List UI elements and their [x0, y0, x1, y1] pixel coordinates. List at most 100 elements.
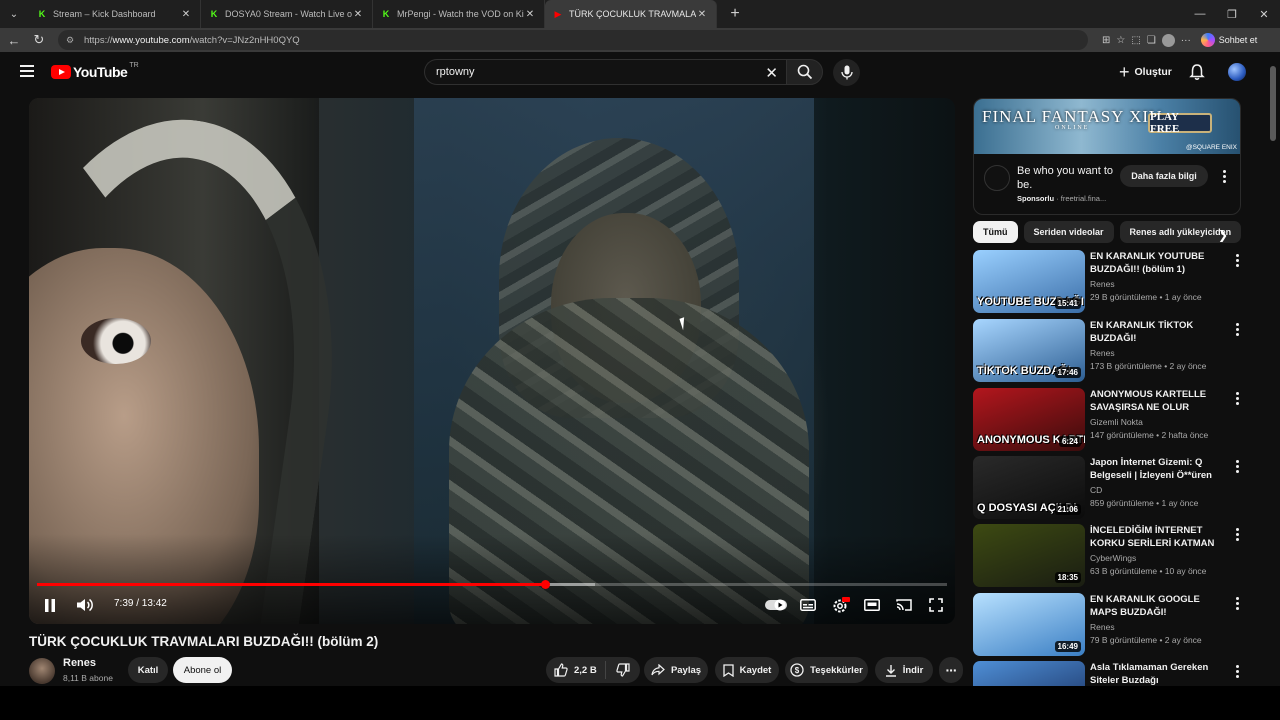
recommended-title[interactable]: Asla Tıklamaman Gereken Siteler Buzdağı: [1090, 661, 1220, 687]
reload-button[interactable]: ↻: [28, 29, 50, 51]
bookmark-star-icon[interactable]: ☆: [1116, 35, 1125, 46]
clear-search-icon[interactable]: ✕: [765, 64, 778, 82]
video-thumbnail[interactable]: 16:49: [973, 593, 1085, 656]
progress-bar[interactable]: [37, 580, 947, 589]
recommended-title[interactable]: EN KARANLIK TİKTOK BUZDAĞI!: [1090, 319, 1220, 345]
video-thumbnail[interactable]: ANONYMOUS KARTELLE SAVAŞ6:24: [973, 388, 1085, 451]
recommended-video[interactable]: Q DOSYASI AÇILDI 21:06 Japon İnternet Gize…: [973, 456, 1241, 520]
sponsored-ad-card[interactable]: FINAL FANTASY XIV ONLINE PLAY FREE @SQUAR…: [973, 98, 1241, 215]
share-button[interactable]: Paylaş: [644, 657, 708, 683]
browser-tab[interactable]: K MrPengi - Watch the VOD on Kick ✕: [373, 0, 545, 28]
browser-tab[interactable]: K DOSYA0 Stream - Watch Live on Kick✕: [201, 0, 373, 28]
site-info-icon[interactable]: ⚙: [66, 35, 78, 46]
voice-search-button[interactable]: [833, 59, 860, 86]
miniplayer-button[interactable]: [863, 594, 881, 616]
fullscreen-button[interactable]: [927, 594, 945, 616]
ad-banner[interactable]: FINAL FANTASY XIV ONLINE PLAY FREE @SQUAR…: [974, 99, 1240, 154]
thanks-button[interactable]: $ Teşekkürler: [785, 657, 868, 683]
subtitles-button[interactable]: [799, 594, 817, 616]
chevron-right-icon[interactable]: ❯: [1218, 228, 1228, 242]
recommended-title[interactable]: İNCELEDİĞİM İNTERNET KORKU SERİLERİ KATM…: [1090, 524, 1220, 550]
video-thumbnail[interactable]: Q DOSYASI AÇILDI 21:06: [973, 456, 1085, 519]
create-button[interactable]: + Oluştur: [1113, 61, 1178, 83]
menu-icon[interactable]: [20, 65, 34, 77]
scrubber-handle[interactable]: [540, 580, 550, 589]
more-options-icon[interactable]: [1231, 665, 1243, 678]
ad-more-options-icon[interactable]: [1218, 170, 1230, 183]
logo-text: YouTube: [73, 64, 128, 80]
more-options-icon[interactable]: [1231, 528, 1243, 541]
recommended-channel[interactable]: CD: [1090, 485, 1102, 495]
youtube-logo[interactable]: YouTube TR: [51, 62, 139, 80]
recommended-channel[interactable]: Gizemli Nokta: [1090, 417, 1143, 427]
recommended-channel[interactable]: Renes: [1090, 279, 1115, 289]
join-button[interactable]: Katıl: [128, 657, 168, 683]
recommended-video[interactable]: ANONYMOUS KARTELLE SAVAŞ6:24ANONYMOUS KA…: [973, 388, 1241, 452]
settings-button[interactable]: [831, 594, 851, 616]
more-options-icon[interactable]: [1231, 392, 1243, 405]
search-button[interactable]: [786, 59, 823, 85]
save-button[interactable]: Kaydet: [715, 657, 779, 683]
recommended-video[interactable]: YOUTUBE BUZDAĞI 15:41 EN KARANLIK YOUTUBE …: [973, 250, 1241, 314]
pause-button[interactable]: [41, 594, 59, 616]
favorites-icon[interactable]: ❏: [1147, 35, 1156, 46]
profile-icon[interactable]: [1161, 33, 1175, 47]
download-button[interactable]: İndir: [875, 657, 933, 683]
browser-tab[interactable]: K Stream – Kick Dashboard ✕: [29, 0, 201, 28]
channel-name[interactable]: Renes: [63, 657, 96, 669]
new-tab-button[interactable]: +: [723, 5, 747, 23]
like-button[interactable]: 2,2 B: [546, 661, 606, 679]
video-thumbnail[interactable]: TİKTOK BUZDAĞI 17:46: [973, 319, 1085, 382]
channel-avatar[interactable]: [29, 658, 55, 684]
recommended-meta: 859 görüntüleme • 1 ay önce: [1090, 498, 1199, 508]
recommended-title[interactable]: ANONYMOUS KARTELLE SAVAŞIRSA NE OLUR: [1090, 388, 1220, 414]
restore-button[interactable]: ❐: [1216, 0, 1248, 28]
close-window-button[interactable]: ✕: [1248, 0, 1280, 28]
more-options-icon[interactable]: [1231, 460, 1243, 473]
advertiser-logo: [984, 165, 1010, 191]
notifications-bell-icon[interactable]: [1188, 63, 1206, 81]
more-options-icon[interactable]: [1231, 597, 1243, 610]
recommended-video[interactable]: TİKTOK BUZDAĞI 17:46 EN KARANLIK TİKTOK BU…: [973, 319, 1241, 383]
browser-tab[interactable]: ▶ TÜRK ÇOCUKLUK TRAVMALARI ✕: [545, 0, 717, 28]
filter-chip[interactable]: Seriden videolar: [1023, 221, 1114, 243]
dislike-button[interactable]: [606, 663, 640, 677]
close-tab-icon[interactable]: ✕: [524, 9, 536, 20]
more-actions-button[interactable]: ···: [939, 657, 963, 683]
scrollbar-thumb[interactable]: [1270, 66, 1276, 141]
recommended-video[interactable]: 16:49 EN KARANLIK GOOGLE MAPS BUZDAĞI! Ren…: [973, 593, 1241, 657]
close-tab-icon[interactable]: ✕: [180, 9, 192, 20]
close-tab-icon[interactable]: ✕: [352, 9, 364, 20]
more-menu-icon[interactable]: ···: [1181, 35, 1191, 46]
recommended-video[interactable]: 18:35 İNCELEDİĞİM İNTERNET KORKU SERİLERİ…: [973, 524, 1241, 588]
recommended-channel[interactable]: Renes: [1090, 622, 1115, 632]
recommended-title[interactable]: EN KARANLIK GOOGLE MAPS BUZDAĞI!: [1090, 593, 1220, 619]
video-player[interactable]: 7:39 / 13:42: [29, 98, 955, 624]
recommended-channel[interactable]: Renes: [1090, 348, 1115, 358]
subscribe-button[interactable]: Abone ol: [173, 657, 232, 683]
app-install-icon[interactable]: ⊞: [1102, 35, 1110, 46]
tab-search-button[interactable]: ⌄: [3, 3, 25, 25]
more-options-icon[interactable]: [1231, 323, 1243, 336]
back-button[interactable]: ←: [3, 29, 25, 51]
recommended-title[interactable]: EN KARANLIK YOUTUBE BUZDAĞI!! (bölüm 1): [1090, 250, 1220, 276]
page-scrollbar[interactable]: [1267, 52, 1280, 686]
recommended-channel[interactable]: CyberWings: [1090, 553, 1136, 563]
more-options-icon[interactable]: [1231, 254, 1243, 267]
extensions-icon[interactable]: ⬚: [1131, 35, 1140, 46]
volume-button[interactable]: [75, 594, 95, 616]
cast-button[interactable]: [895, 594, 913, 616]
copilot-button[interactable]: Sohbet et: [1200, 33, 1257, 47]
recommended-title[interactable]: Japon İnternet Gizemi: Q Belgeseli | İzl…: [1090, 456, 1220, 482]
video-thumbnail[interactable]: 18:35: [973, 524, 1085, 587]
autoplay-toggle[interactable]: [765, 594, 787, 616]
close-tab-icon[interactable]: ✕: [696, 9, 708, 20]
ad-learn-more-button[interactable]: Daha fazla bilgi: [1120, 165, 1208, 187]
account-avatar[interactable]: [1228, 63, 1246, 81]
minimize-button[interactable]: —: [1184, 0, 1216, 28]
ad-sponsored-line: Sponsorlu · freetrial.fina...: [1017, 194, 1106, 203]
filter-chip[interactable]: Tümü: [973, 221, 1018, 243]
video-thumbnail[interactable]: YOUTUBE BUZDAĞI 15:41: [973, 250, 1085, 313]
search-input[interactable]: [436, 66, 756, 78]
url-field[interactable]: ⚙ https://www.youtube.com/watch?v=JNz2nH…: [58, 30, 1088, 50]
